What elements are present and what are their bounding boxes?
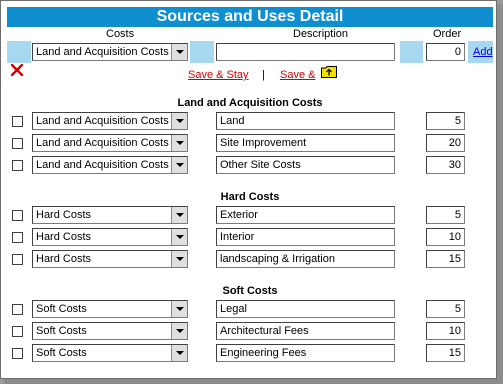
section-heading: Soft Costs xyxy=(222,285,278,297)
chevron-down-icon[interactable] xyxy=(171,157,187,173)
chevron-down-icon[interactable] xyxy=(171,345,187,361)
row-description-input[interactable]: Site Improvement xyxy=(216,134,395,152)
column-header-order: Order xyxy=(433,28,462,40)
sources-uses-panel: Sources and Uses Detail Costs Descriptio… xyxy=(0,0,497,379)
row-select-checkbox[interactable] xyxy=(12,348,23,359)
row-category-value: Hard Costs xyxy=(36,253,92,265)
row-select-checkbox[interactable] xyxy=(12,138,23,149)
row-category-select[interactable]: Hard Costs xyxy=(32,228,188,246)
folder-up-icon[interactable] xyxy=(321,66,337,78)
row-order-input[interactable]: 20 xyxy=(426,134,465,152)
row-description-input[interactable]: Exterior xyxy=(216,206,395,224)
chevron-down-icon[interactable] xyxy=(171,251,187,267)
row-category-value: Soft Costs xyxy=(36,325,87,337)
row-description-input[interactable]: Engineering Fees xyxy=(216,344,395,362)
row-category-value: Hard Costs xyxy=(36,209,92,221)
panel-shadow-right xyxy=(497,4,503,384)
row-description-input[interactable]: Legal xyxy=(216,300,395,318)
row-order-input[interactable]: 10 xyxy=(426,322,465,340)
new-entry-category-value: Land and Acquisition Costs xyxy=(36,46,169,58)
new-entry-description-input[interactable] xyxy=(216,43,395,61)
chevron-down-icon[interactable] xyxy=(171,323,187,339)
row-select-checkbox[interactable] xyxy=(12,210,23,221)
section-heading: Hard Costs xyxy=(220,191,280,203)
row-description-input[interactable]: Architectural Fees xyxy=(216,322,395,340)
chevron-down-icon[interactable] xyxy=(171,207,187,223)
new-entry-order-input[interactable]: 0 xyxy=(426,43,465,61)
column-header-description: Description xyxy=(293,28,349,40)
row-category-select[interactable]: Land and Acquisition Costs xyxy=(32,112,188,130)
row-category-select[interactable]: Hard Costs xyxy=(32,206,188,224)
chevron-down-icon[interactable] xyxy=(171,44,187,60)
row-category-value: Land and Acquisition Costs xyxy=(36,159,169,171)
row-select-checkbox[interactable] xyxy=(12,304,23,315)
chevron-down-icon[interactable] xyxy=(171,301,187,317)
action-separator: | xyxy=(262,69,265,81)
row-category-select[interactable]: Soft Costs xyxy=(32,322,188,340)
row-category-select[interactable]: Hard Costs xyxy=(32,250,188,268)
row-order-input[interactable]: 15 xyxy=(426,344,465,362)
chevron-down-icon[interactable] xyxy=(171,135,187,151)
chevron-down-icon[interactable] xyxy=(171,113,187,129)
panel-shadow-bottom xyxy=(4,379,503,384)
row-category-value: Land and Acquisition Costs xyxy=(36,137,169,149)
row-order-input[interactable]: 10 xyxy=(426,228,465,246)
row-category-select[interactable]: Soft Costs xyxy=(32,300,188,318)
row-order-input[interactable]: 5 xyxy=(426,206,465,224)
row-category-value: Land and Acquisition Costs xyxy=(36,115,169,127)
row-description-input[interactable]: Other Site Costs xyxy=(216,156,395,174)
row-select-checkbox[interactable] xyxy=(12,116,23,127)
row-select-checkbox[interactable] xyxy=(12,254,23,265)
row-select-checkbox[interactable] xyxy=(12,160,23,171)
delete-x-icon[interactable] xyxy=(11,64,23,76)
row-select-checkbox[interactable] xyxy=(12,326,23,337)
section-heading: Land and Acquisition Costs xyxy=(177,97,323,109)
row-description-input[interactable]: landscaping & Irrigation xyxy=(216,250,395,268)
row-order-input[interactable]: 5 xyxy=(426,112,465,130)
row-category-select[interactable]: Land and Acquisition Costs xyxy=(32,156,188,174)
row-description-input[interactable]: Interior xyxy=(216,228,395,246)
new-entry-category-select[interactable]: Land and Acquisition Costs xyxy=(32,43,188,61)
row-category-value: Soft Costs xyxy=(36,303,87,315)
row-order-input[interactable]: 15 xyxy=(426,250,465,268)
row-order-input[interactable]: 5 xyxy=(426,300,465,318)
row-select-checkbox[interactable] xyxy=(12,232,23,243)
save-close-link[interactable]: Save & xyxy=(280,69,315,81)
add-link[interactable]: Add xyxy=(473,46,493,58)
panel-title: Sources and Uses Detail xyxy=(7,7,493,27)
column-header-costs: Costs xyxy=(106,28,135,40)
row-category-select[interactable]: Soft Costs xyxy=(32,344,188,362)
row-category-value: Soft Costs xyxy=(36,347,87,359)
row-order-input[interactable]: 30 xyxy=(426,156,465,174)
row-category-value: Hard Costs xyxy=(36,231,92,243)
row-category-select[interactable]: Land and Acquisition Costs xyxy=(32,134,188,152)
row-description-input[interactable]: Land xyxy=(216,112,395,130)
chevron-down-icon[interactable] xyxy=(171,229,187,245)
save-stay-link[interactable]: Save & Stay xyxy=(188,69,249,81)
